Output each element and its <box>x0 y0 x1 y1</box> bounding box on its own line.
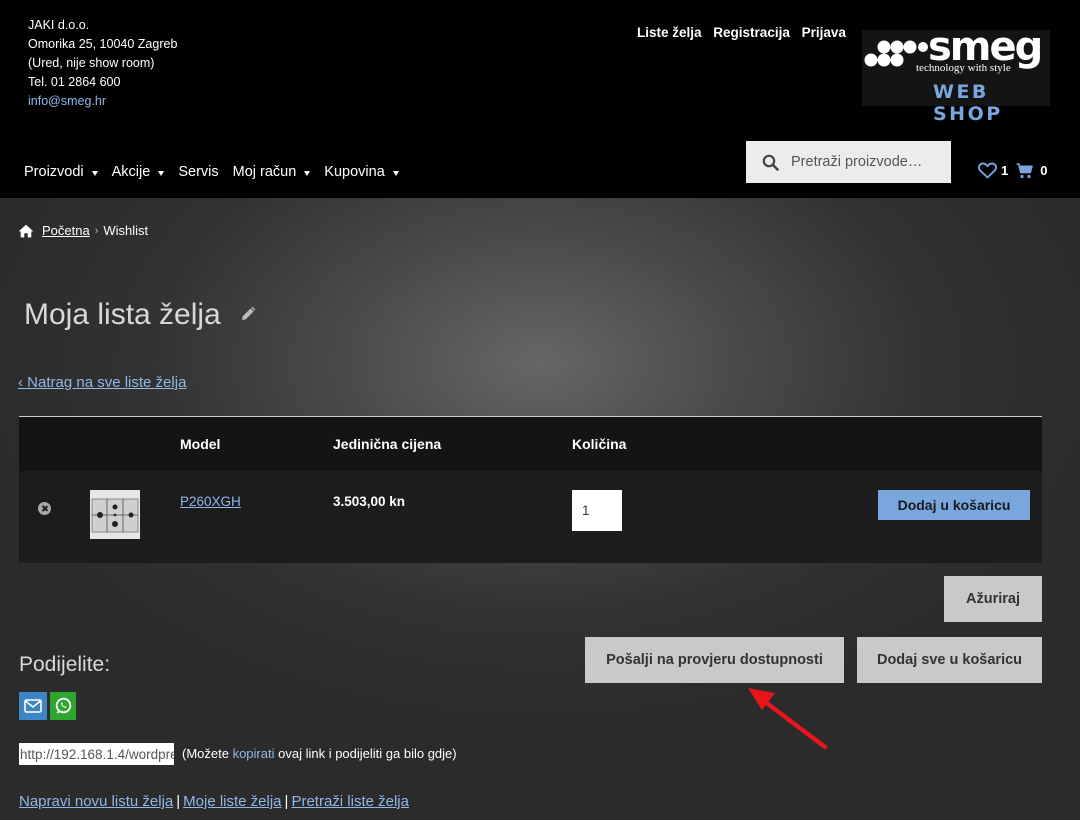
product-thumbnail[interactable] <box>90 490 140 539</box>
home-icon[interactable] <box>18 224 34 238</box>
search-icon <box>762 154 779 171</box>
my-wishlists-link[interactable]: Moje liste želja <box>183 793 281 810</box>
main-content: Početna › Wishlist Moja lista želja ‹ Na… <box>0 198 1080 820</box>
create-wishlist-link[interactable]: Napravi novu listu želja <box>19 793 173 810</box>
column-header-price: Jedinična cijena <box>333 436 442 452</box>
share-label: Podijelite: <box>19 653 111 676</box>
page-title: Moja lista želja <box>24 298 221 331</box>
red-arrow-annotation <box>748 688 828 750</box>
remove-item-icon[interactable] <box>38 502 51 515</box>
cart-icon[interactable] <box>1016 162 1034 179</box>
column-header-quantity: Količina <box>572 436 627 452</box>
search-input[interactable] <box>789 153 943 171</box>
table-header: Model Jedinična cijena Količina <box>19 417 1042 471</box>
send-availability-button[interactable]: Pošalji na provjeru dostupnosti <box>585 637 844 683</box>
link-divider: | <box>284 793 289 810</box>
wishlist-table: Model Jedinična cijena Količina P260XGH … <box>19 416 1042 563</box>
product-price: 3.503,00 kn <box>333 494 406 509</box>
share-note-text: ovaj link i podijeliti ga bilo gdje) <box>274 746 457 761</box>
link-divider: | <box>176 793 181 810</box>
share-url-field[interactable] <box>19 743 174 765</box>
copy-link[interactable]: kopirati <box>233 746 275 761</box>
nav-label: Proizvodi <box>24 164 84 180</box>
nav-label: Akcije <box>111 164 151 180</box>
logo-tagline: technology with style <box>916 62 1011 74</box>
nav-item-moj-racun[interactable]: Moj račun <box>233 164 311 180</box>
nav-label: Servis <box>178 164 219 180</box>
site-header: JAKI d.o.o. Omorika 25, 10040 Zagreb (Ur… <box>0 0 1080 198</box>
search-box[interactable] <box>746 141 951 183</box>
nav-label: Kupovina <box>324 164 385 180</box>
wishlist-footer-links: Napravi novu listu želja | Moje liste želj… <box>19 793 409 810</box>
nav-item-kupovina[interactable]: Kupovina <box>324 164 399 180</box>
breadcrumb: Početna › Wishlist <box>18 223 148 238</box>
nav-item-servis[interactable]: Servis <box>178 164 218 180</box>
pencil-icon[interactable] <box>240 304 258 322</box>
breadcrumb-current: Wishlist <box>103 223 149 238</box>
main-nav: Proizvodi Akcije Servis Moj račun Kupovi… <box>24 164 399 180</box>
company-info: JAKI d.o.o. Omorika 25, 10040 Zagreb (Ur… <box>28 16 177 111</box>
breadcrumb-separator: › <box>94 224 99 237</box>
top-link-login[interactable]: Prijava <box>802 25 846 40</box>
update-button[interactable]: Ažuriraj <box>944 576 1042 622</box>
chevron-down-icon <box>158 170 165 176</box>
company-address: Omorika 25, 10040 Zagreb <box>28 37 178 51</box>
top-link-register[interactable]: Registracija <box>713 25 790 40</box>
add-to-cart-button[interactable]: Dodaj u košaricu <box>878 490 1030 520</box>
company-phone[interactable]: Tel. 01 2864 600 <box>28 73 177 92</box>
column-header-model: Model <box>180 436 221 452</box>
header-counters: 1 0 <box>978 162 1047 179</box>
breadcrumb-home[interactable]: Početna <box>42 223 90 238</box>
share-note: (Možete kopirati ovaj link i podijeliti … <box>182 746 457 761</box>
envelope-icon <box>24 699 42 713</box>
site-logo[interactable]: smeg technology with style WEB SHOP <box>862 24 1050 125</box>
chevron-down-icon <box>304 170 311 176</box>
nav-item-proizvodi[interactable]: Proizvodi <box>24 164 98 180</box>
cart-count[interactable]: 0 <box>1040 163 1047 178</box>
company-name: JAKI d.o.o. <box>28 18 90 32</box>
search-wishlists-link[interactable]: Pretraži liste želja <box>291 793 409 810</box>
wishlist-count[interactable]: 1 <box>1001 163 1008 178</box>
share-email-button[interactable] <box>19 692 47 720</box>
nav-label: Moj račun <box>232 164 297 180</box>
product-model-link[interactable]: P260XGH <box>180 494 241 509</box>
company-email[interactable]: info@smeg.hr <box>28 92 177 111</box>
share-whatsapp-button[interactable] <box>50 692 76 720</box>
quantity-input[interactable] <box>572 490 622 531</box>
top-links: Liste želja Registracija Prijava <box>637 25 854 40</box>
nav-item-akcije[interactable]: Akcije <box>112 164 165 180</box>
chevron-down-icon <box>91 170 98 176</box>
add-all-to-cart-button[interactable]: Dodaj sve u košaricu <box>857 637 1042 683</box>
share-note-text: (Možete <box>182 746 233 761</box>
whatsapp-icon <box>55 697 72 714</box>
back-to-wishlists-link[interactable]: ‹ Natrag na sve liste želja <box>18 374 186 391</box>
heart-icon[interactable] <box>978 162 997 179</box>
chevron-down-icon <box>392 170 399 176</box>
company-note: (Ured, nije show room) <box>28 56 155 70</box>
top-link-wishlists[interactable]: Liste želja <box>637 25 702 40</box>
logo-subtitle: WEB SHOP <box>933 81 1003 125</box>
